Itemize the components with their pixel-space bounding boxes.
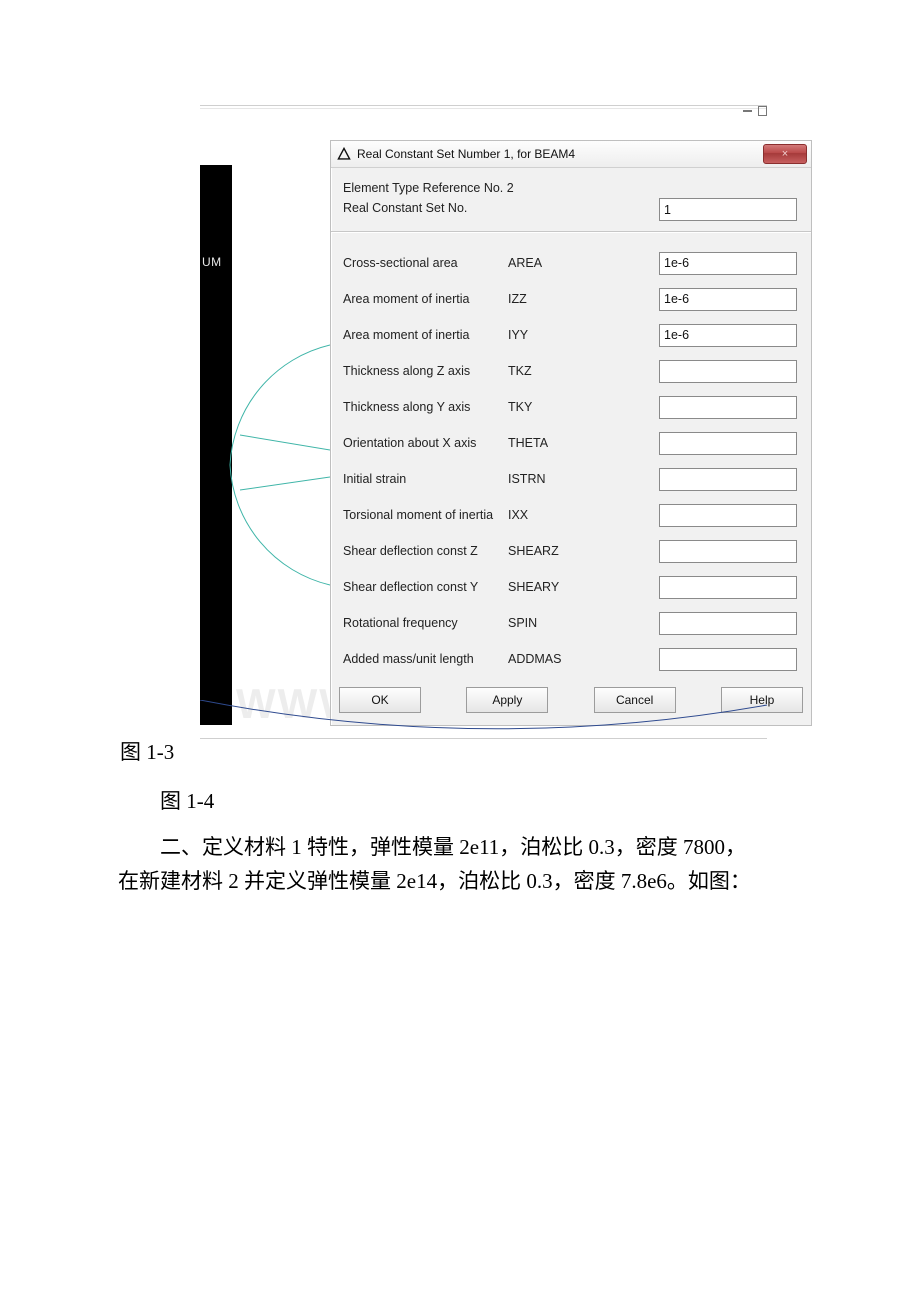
constant-input-tky[interactable] [659,396,797,419]
constant-desc: Rotational frequency [343,616,508,630]
constant-code: SPIN [508,616,568,630]
constant-row: Thickness along Y axisTKY [343,389,799,425]
constant-row: Shear deflection const ZSHEARZ [343,533,799,569]
constant-code: TKY [508,400,568,414]
constant-input-istrn[interactable] [659,468,797,491]
constant-input-sheary[interactable] [659,576,797,599]
constant-code: AREA [508,256,568,270]
constant-input-iyy[interactable] [659,324,797,347]
constant-row: Rotational frequencySPIN [343,605,799,641]
help-button[interactable]: Help [721,687,803,713]
constant-input-spin[interactable] [659,612,797,635]
real-constant-dialog: Real Constant Set Number 1, for BEAM4 × … [330,140,812,726]
constant-input-theta[interactable] [659,432,797,455]
constant-input-izz[interactable] [659,288,797,311]
figure-caption-1-3: 图 1-3 [120,736,174,766]
apply-button[interactable]: Apply [466,687,548,713]
constant-row: Cross-sectional areaAREA [343,245,799,281]
constant-code: THETA [508,436,568,450]
constant-code: SHEARY [508,580,568,594]
bottom-rule [200,738,767,740]
constant-code: TKZ [508,364,568,378]
minimize-icon [743,110,752,112]
constant-code: IYY [508,328,568,342]
constant-desc: Area moment of inertia [343,328,508,342]
constant-code: IZZ [508,292,568,306]
figure-caption-1-4: 图 1-4 [160,785,214,815]
top-rule [200,105,767,109]
constant-input-area[interactable] [659,252,797,275]
constant-desc: Initial strain [343,472,508,486]
constant-desc: Shear deflection const Y [343,580,508,594]
constant-desc: Orientation about X axis [343,436,508,450]
constant-desc: Thickness along Y axis [343,400,508,414]
constant-desc: Thickness along Z axis [343,364,508,378]
maximize-icon [758,106,767,116]
constant-input-shearz[interactable] [659,540,797,563]
constant-row: Added mass/unit lengthADDMAS [343,641,799,677]
set-number-label: Real Constant Set No. [343,198,659,218]
set-number-input[interactable] [659,198,797,221]
constant-row: Area moment of inertiaIYY [343,317,799,353]
screenshot-panel: UM WWW. .com Real Constant Set Number 1,… [200,105,767,750]
paragraph-line-2: 在新建材料 2 并定义弹性模量 2e14，泊松比 0.3，密度 7.8e6。如图… [118,869,751,893]
element-type-ref-label: Element Type Reference No. 2 [343,178,659,198]
constant-row: Initial strainISTRN [343,461,799,497]
ok-button[interactable]: OK [339,687,421,713]
constant-code: SHEARZ [508,544,568,558]
constant-input-addmas[interactable] [659,648,797,671]
constant-input-ixx[interactable] [659,504,797,527]
constant-input-tkz[interactable] [659,360,797,383]
dialog-title: Real Constant Set Number 1, for BEAM4 [357,147,575,161]
paragraph-line-1: 二、定义材料 1 特性，弹性模量 2e11，泊松比 0.3，密度 7800， [118,830,888,864]
constant-row: Torsional moment of inertiaIXX [343,497,799,533]
close-icon: × [782,148,788,160]
body-paragraph: 二、定义材料 1 特性，弹性模量 2e11，泊松比 0.3，密度 7800， 在… [118,830,888,898]
window-chrome-icons [743,100,767,122]
constant-desc: Cross-sectional area [343,256,508,270]
constant-desc: Shear deflection const Z [343,544,508,558]
constant-row: Thickness along Z axisTKZ [343,353,799,389]
close-button[interactable]: × [763,144,807,164]
constant-code: IXX [508,508,568,522]
constant-row: Orientation about X axisTHETA [343,425,799,461]
cancel-button[interactable]: Cancel [594,687,676,713]
ansys-graphics-strip: UM [200,165,232,725]
constant-row: Shear deflection const YSHEARY [343,569,799,605]
constant-desc: Added mass/unit length [343,652,508,666]
graphics-label: UM [202,255,222,269]
constant-code: ADDMAS [508,652,568,666]
constant-desc: Area moment of inertia [343,292,508,306]
ansys-logo-icon [337,147,351,161]
constant-desc: Torsional moment of inertia [343,508,508,522]
constant-code: ISTRN [508,472,568,486]
dialog-titlebar: Real Constant Set Number 1, for BEAM4 × [331,141,811,168]
constant-row: Area moment of inertiaIZZ [343,281,799,317]
